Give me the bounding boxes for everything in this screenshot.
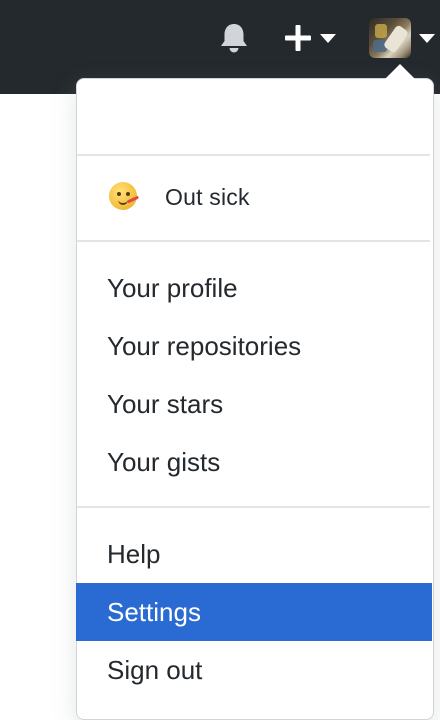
- menu-item-your-stars[interactable]: Your stars: [76, 375, 432, 433]
- face-with-thermometer-icon: [109, 182, 140, 210]
- dropdown-pointer: [385, 64, 415, 79]
- menu-item-your-repositories[interactable]: Your repositories: [76, 317, 432, 375]
- menu-item-your-gists[interactable]: Your gists: [76, 433, 432, 491]
- menu-item-help[interactable]: Help: [76, 525, 432, 583]
- status-text: Out sick: [165, 184, 250, 210]
- caret-down-icon[interactable]: [320, 34, 336, 43]
- plus-icon[interactable]: [284, 24, 312, 52]
- set-status-item[interactable]: Out sick: [77, 160, 431, 236]
- bell-icon[interactable]: [216, 20, 252, 56]
- menu-item-sign-out[interactable]: Sign out: [76, 641, 432, 699]
- menu-item-your-profile[interactable]: Your profile: [76, 259, 432, 317]
- avatar[interactable]: [369, 18, 411, 58]
- menu-item-settings[interactable]: Settings: [76, 583, 432, 641]
- divider: [77, 506, 430, 508]
- divider: [77, 240, 430, 242]
- caret-down-icon[interactable]: [419, 34, 435, 43]
- divider: [77, 154, 430, 156]
